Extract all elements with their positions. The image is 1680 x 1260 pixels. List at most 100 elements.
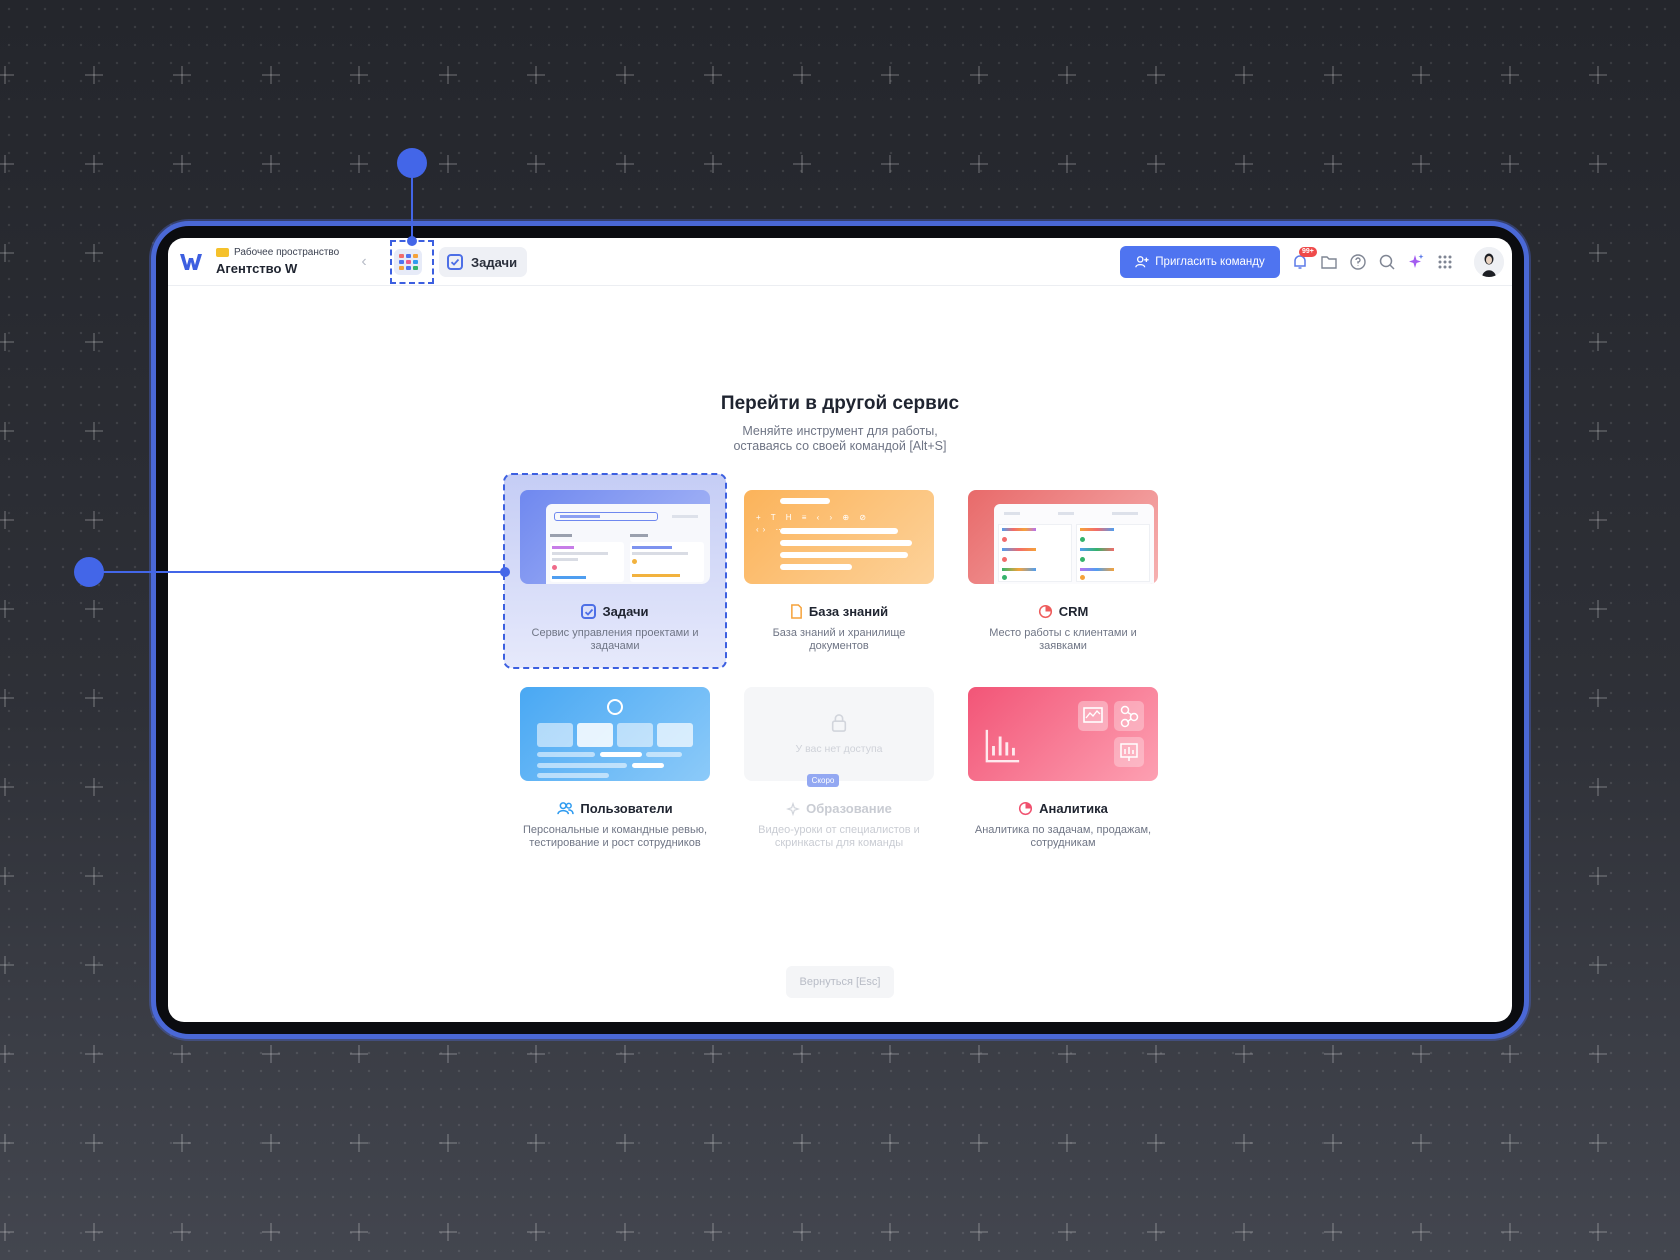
background-cross (84, 422, 103, 440)
service-analytics-desc: Аналитика по задачам, продажам, сотрудни… (974, 824, 1152, 849)
page-title: Перейти в другой сервис (720, 393, 960, 414)
background-cross (1500, 1134, 1519, 1152)
background-cross (0, 1134, 14, 1152)
back-button[interactable]: Вернуться [Esc] (786, 966, 894, 998)
presentation-tile (1114, 737, 1144, 767)
workspace-label: Рабочее пространство (234, 247, 340, 258)
background-cross (0, 867, 14, 885)
subtitle-line-2: оставаясь со своей командой [Alt+S] (733, 439, 947, 453)
background-cross (1146, 1045, 1165, 1063)
background-cross (1058, 1134, 1076, 1152)
workspace-switcher[interactable]: Рабочее пространство Агентство W (216, 247, 339, 276)
background-cross (1589, 956, 1607, 974)
search-icon[interactable] (1377, 250, 1397, 274)
background-cross (1146, 1134, 1165, 1152)
service-card-analytics[interactable]: Аналитика Аналитика по задачам, продажам… (952, 671, 1174, 865)
help-icon[interactable] (1348, 250, 1368, 274)
background-cross (1412, 155, 1430, 173)
service-users-desc: Персональные и командные ревью, тестиров… (522, 824, 708, 849)
background-cross (1589, 244, 1607, 262)
collapse-chevron-icon[interactable]: ‹ (354, 252, 374, 272)
background-cross (704, 1045, 722, 1063)
background-cross (1412, 1045, 1430, 1063)
background-cross (792, 1223, 811, 1241)
users-preview (520, 687, 710, 781)
background-cross (1235, 155, 1253, 173)
service-card-education: У вас нет доступа Скоро Образование Виде… (728, 671, 950, 865)
background-cross (0, 155, 14, 173)
background-cross (792, 1045, 811, 1063)
background-cross (792, 66, 811, 84)
background-cross (1500, 1045, 1519, 1063)
callout-line-left (89, 571, 505, 573)
background-cross (1589, 867, 1607, 885)
background-cross (1323, 66, 1342, 84)
app-logo-icon[interactable] (178, 249, 204, 275)
background-cross (173, 1045, 191, 1063)
background-cross (173, 155, 191, 173)
background-cross (704, 1223, 722, 1241)
folder-icon[interactable] (1319, 250, 1339, 274)
top-icons: 99+ (1290, 247, 1455, 274)
background-cross (261, 155, 280, 173)
background-cross (1058, 1045, 1076, 1063)
subtitle-line-1: Меняйте инструмент для работы, (742, 424, 938, 438)
sparkle-icon[interactable] (1406, 250, 1426, 274)
service-card-users[interactable]: Пользователи Персональные и командные ре… (504, 671, 726, 865)
background-cross (969, 1134, 988, 1152)
background-cross (881, 1045, 899, 1063)
callout-anchor-left (500, 567, 510, 577)
background-cross (792, 1134, 811, 1152)
background-cross (438, 1134, 457, 1152)
avatar[interactable] (1474, 247, 1504, 277)
background-cross (615, 1223, 634, 1241)
service-users-label: Пользователи (504, 801, 726, 816)
tasks-preview (520, 490, 710, 584)
network-tile (1114, 701, 1144, 731)
service-card-crm[interactable]: CRM Место работы с клиентами и заявками (952, 474, 1174, 668)
lock-icon (831, 714, 847, 732)
background-cross (84, 689, 103, 707)
background-cross (1235, 1223, 1253, 1241)
service-crm-desc: Место работы с клиентами и заявками (989, 627, 1137, 652)
background-cross (438, 66, 457, 84)
background-cross (0, 689, 14, 707)
service-users-name: Пользователи (580, 801, 673, 816)
tab-tasks-label: Задачи (471, 254, 518, 270)
crm-icon (1038, 604, 1052, 619)
service-knowledge-base-desc: База знаний и хранилище документов (772, 627, 906, 652)
page-subtitle: Меняйте инструмент для работы, оставаясь… (168, 424, 1512, 454)
top-bar: Рабочее пространство Агентство W ‹ Задач… (168, 238, 1512, 286)
background-cross (881, 1223, 899, 1241)
background-cross (792, 155, 811, 173)
background-cross (1500, 66, 1519, 84)
background-cross (173, 1223, 191, 1241)
background-cross (350, 66, 368, 84)
knowledge-base-preview: + T H ≡ ‹ › ⊕ ⊘ ‹› ⋯ (744, 490, 934, 584)
background-cross (1589, 1134, 1607, 1152)
background-cross (704, 1134, 722, 1152)
apps-grid-icon[interactable] (1435, 250, 1455, 274)
tab-tasks[interactable]: Задачи (439, 247, 528, 277)
app-window: Рабочее пространство Агентство W ‹ Задач… (168, 238, 1512, 1022)
invite-team-button[interactable]: Пригласить команду (1120, 246, 1280, 278)
background-cross (1589, 778, 1607, 796)
background-cross (350, 1223, 368, 1241)
background-cross (84, 867, 103, 885)
background-cross (84, 778, 103, 796)
background-cross (969, 1045, 988, 1063)
background-cross (527, 1134, 545, 1152)
service-analytics-label: Аналитика (952, 801, 1174, 816)
service-crm-name: CRM (1058, 604, 1089, 619)
background-cross (84, 511, 103, 529)
analytics-preview (968, 687, 1158, 781)
service-card-knowledge-base[interactable]: + T H ≡ ‹ › ⊕ ⊘ ‹› ⋯ База знаний База зн… (728, 474, 950, 668)
bell-icon[interactable]: 99+ (1290, 247, 1317, 274)
background-cross (1589, 600, 1607, 618)
service-card-tasks[interactable]: Задачи Сервис управления проектами и зад… (503, 473, 727, 669)
service-education-label: Образование (728, 801, 950, 816)
background-cross (84, 1134, 103, 1152)
background-cross (0, 66, 14, 84)
background-cross (527, 155, 545, 173)
background-cross (1589, 66, 1607, 84)
